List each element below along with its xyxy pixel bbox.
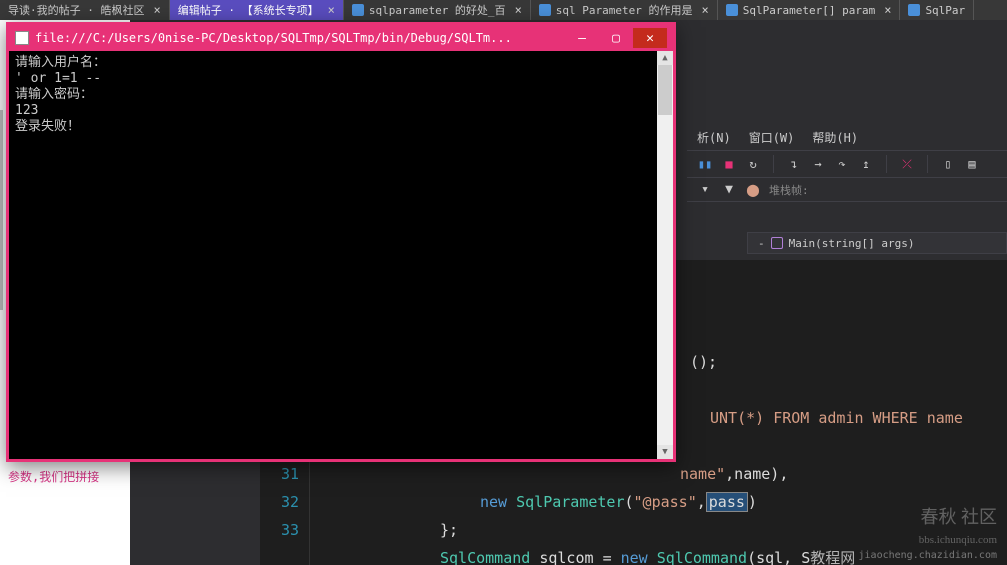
close-icon[interactable]: × — [884, 3, 891, 17]
line-number: 32 — [260, 488, 299, 516]
menu-analyze[interactable]: 析(N) — [697, 129, 731, 146]
console-line: 请输入密码： — [15, 87, 651, 103]
maximize-button[interactable]: ▢ — [599, 28, 633, 48]
pause-icon[interactable]: ▮▮ — [697, 156, 713, 172]
console-line: 请输入用户名： — [15, 55, 651, 71]
tab-label: SqlPar — [925, 4, 965, 17]
separator — [927, 155, 928, 173]
watermark-overlap: 教程网 — [810, 549, 855, 565]
filter-icon[interactable]: ▼ — [721, 182, 737, 198]
tab-label: SqlParameter[] param — [743, 4, 875, 17]
watermark-main: 春秋 社区 bbs.ichunqiu.com — [919, 507, 997, 550]
separator — [773, 155, 774, 173]
watermark-text: 春秋 社区 — [921, 507, 998, 527]
watermark-url: bbs.ichunqiu.com — [919, 534, 997, 546]
console-scrollbar[interactable]: ▲ ▼ — [657, 51, 673, 459]
method-icon — [771, 237, 783, 249]
favicon-icon — [539, 4, 551, 16]
arrow-right-icon[interactable]: → — [810, 156, 826, 172]
code-frag: ,name), — [725, 465, 788, 483]
console-line: ' or 1=1 -- — [15, 71, 651, 87]
favicon-icon — [352, 4, 364, 16]
var-sqlcom: sqlcom — [539, 549, 593, 565]
close-icon[interactable]: × — [515, 3, 522, 17]
browser-tab-4[interactable]: SqlParameter[] param × — [718, 0, 901, 20]
keyword-new: new — [480, 493, 507, 511]
browser-tab-3[interactable]: sql Parameter 的作用是 × — [531, 0, 718, 20]
panels-icon[interactable]: ▤ — [964, 156, 980, 172]
console-title-bar[interactable]: file:///C:/Users/0nise-PC/Desktop/SQLTmp… — [9, 25, 673, 51]
browser-tab-strip: 导读·我的帖子 · 皓枫社区 × 编辑帖子 · 【系统长专项】 × sqlpar… — [0, 0, 1007, 20]
browser-tab-2[interactable]: sqlparameter 的好处_百 × — [344, 0, 531, 20]
favicon-icon — [726, 4, 738, 16]
step-out-icon[interactable]: ↥ — [858, 156, 874, 172]
scroll-up-icon[interactable]: ▲ — [657, 51, 673, 65]
step-over-icon[interactable]: ↷ — [834, 156, 850, 172]
dropdown-arrow-icon: - — [758, 237, 765, 250]
chevron-down-icon[interactable]: ▾ — [697, 182, 713, 198]
sql-fragment: UNT(*) FROM admin WHERE name — [710, 409, 972, 427]
string-pass: "@pass" — [634, 493, 697, 511]
close-icon[interactable]: × — [702, 3, 709, 17]
type-sqlparameter: SqlParameter — [516, 493, 624, 511]
close-icon[interactable]: × — [154, 3, 161, 17]
breakpoint-icon[interactable]: ⬤ — [745, 182, 761, 198]
type-sqlcommand: SqlCommand — [657, 549, 747, 565]
debug-subtoolbar: ▾ ▼ ⬤ 堆栈帧: — [687, 178, 1007, 202]
stackframe-label: 堆栈帧: — [769, 182, 809, 198]
tab-label: sql Parameter 的作用是 — [556, 2, 693, 18]
left-scrollbar[interactable] — [0, 110, 3, 310]
browser-tab-0[interactable]: 导读·我的帖子 · 皓枫社区 × — [0, 0, 170, 20]
minimize-button[interactable]: — — [565, 28, 599, 48]
method-name: Main(string[] args) — [789, 237, 915, 250]
line-number: 33 — [260, 516, 299, 544]
browser-tab-1[interactable]: 编辑帖子 · 【系统长专项】 × — [170, 0, 344, 20]
type-sqlcommand: SqlCommand — [440, 549, 530, 565]
tab-label: sqlparameter 的好处_百 — [369, 2, 506, 18]
ide-menu-bar: 析(N) 窗口(W) 帮助(H) — [687, 125, 1007, 150]
separator — [886, 155, 887, 173]
scrollbar-thumb[interactable] — [658, 65, 672, 115]
code-frag: ) — [748, 493, 757, 511]
breadcrumb-method[interactable]: - Main(string[] args) — [747, 232, 1007, 254]
highlighted-var: pass — [706, 492, 748, 512]
menu-window[interactable]: 窗口(W) — [749, 129, 795, 146]
disconnect-icon[interactable]: ⤫ — [899, 156, 915, 172]
window-buttons: — ▢ ✕ — [565, 28, 667, 48]
stop-icon[interactable]: ■ — [721, 156, 737, 172]
tab-label: 编辑帖子 · 【系统长专项】 — [178, 2, 319, 18]
console-window: file:///C:/Users/0nise-PC/Desktop/SQLTmp… — [6, 22, 676, 462]
tool-icon[interactable]: ▯ — [940, 156, 956, 172]
console-title: file:///C:/Users/0nise-PC/Desktop/SQLTmp… — [35, 31, 565, 45]
code-frag: (sql, S — [747, 549, 810, 565]
step-into-icon[interactable]: ↴ — [786, 156, 802, 172]
restart-icon[interactable]: ↻ — [745, 156, 761, 172]
article-text: 参数,我们把拼接 — [8, 470, 99, 484]
console-output[interactable]: 请输入用户名： ' or 1=1 -- 请输入密码： 123 登录失败！ — [9, 51, 657, 459]
menu-help[interactable]: 帮助(H) — [812, 129, 858, 146]
line-number: 31 — [260, 460, 299, 488]
tab-label: 导读·我的帖子 · 皓枫社区 — [8, 2, 145, 18]
favicon-icon — [908, 4, 920, 16]
code-frag: }; — [440, 521, 458, 539]
eq: = — [603, 549, 612, 565]
app-icon — [15, 31, 29, 45]
ide-toolbar: ▮▮ ■ ↻ ↴ → ↷ ↥ ⤫ ▯ ▤ — [687, 150, 1007, 178]
scroll-down-icon[interactable]: ▼ — [657, 445, 673, 459]
article-snippet: 参数,我们把拼接 — [0, 460, 130, 493]
console-line: 登录失败！ — [15, 119, 651, 135]
close-button[interactable]: ✕ — [633, 28, 667, 48]
code-frag: name" — [680, 465, 725, 483]
keyword-new: new — [621, 549, 648, 565]
browser-tab-5[interactable]: SqlPar — [900, 0, 974, 20]
console-line: 123 — [15, 103, 651, 119]
watermark-footer: jiaocheng.chazidian.com — [859, 550, 997, 561]
close-icon[interactable]: × — [328, 3, 335, 17]
